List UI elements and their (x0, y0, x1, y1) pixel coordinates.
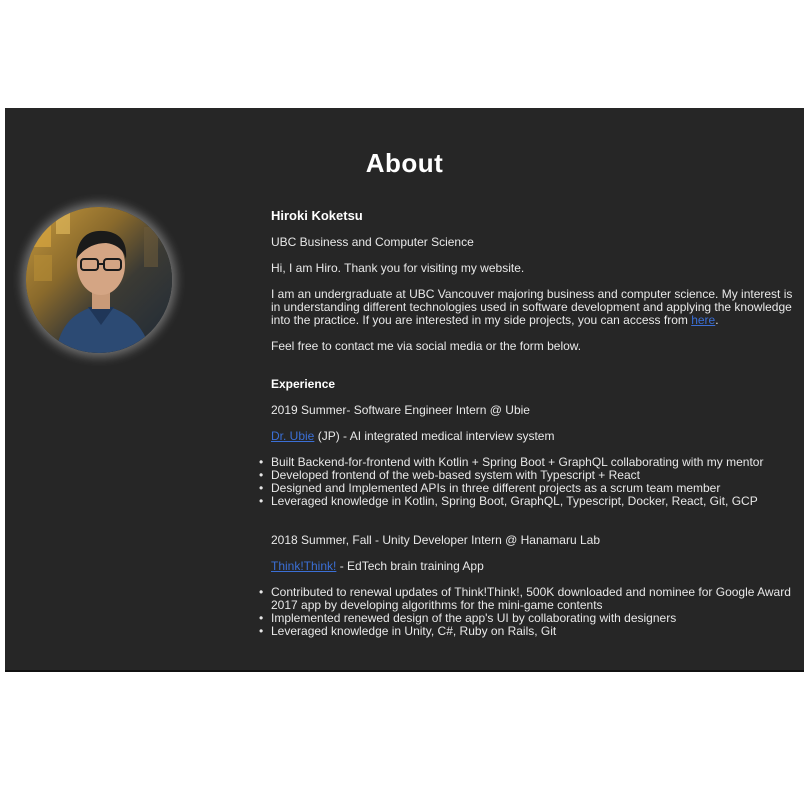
bullet-text: Developed frontend of the web-based syst… (271, 468, 640, 482)
projects-link[interactable]: here (691, 313, 715, 327)
profile-photo (26, 207, 172, 353)
bullet-icon: • (259, 585, 264, 599)
profile-greeting: Hi, I am Hiro. Thank you for visiting my… (271, 261, 525, 275)
job-product: Think!Think! - EdTech brain training App (271, 560, 796, 573)
job-title: 2019 Summer- Software Engineer Intern @ … (271, 403, 530, 417)
bullet-text: Implemented renewed design of the app's … (271, 611, 677, 625)
list-item: • Leveraged knowledge in Kotlin, Spring B… (259, 494, 796, 508)
list-item: • Leveraged knowledge in Unity, C#, Ruby … (259, 624, 796, 638)
profile-name: Hiroki Koketsu (271, 208, 363, 223)
bullet-text: Designed and Implemented APIs in three d… (271, 481, 721, 495)
think-think-link[interactable]: Think!Think! (271, 559, 336, 573)
intro-end: . (715, 313, 719, 327)
experience-item-ubie: 2019 Summer- Software Engineer Intern @ … (259, 403, 796, 508)
product-desc: (JP) - AI integrated medical interview s… (314, 429, 555, 443)
experience-item-hanamaru: 2018 Summer, Fall - Unity Developer Inte… (259, 533, 796, 638)
job-bullets: • Built Backend-for-frontend with Kotlin … (259, 455, 796, 508)
job-title: 2018 Summer, Fall - Unity Developer Inte… (271, 533, 600, 547)
profile-intro: I am an undergraduate at UBC Vancouver m… (271, 288, 796, 327)
bullet-icon: • (259, 494, 264, 508)
bullet-text: Built Backend-for-frontend with Kotlin +… (271, 455, 764, 469)
bullet-text: Leveraged knowledge in Kotlin, Spring Bo… (271, 494, 758, 508)
list-item: • Contributed to renewal updates of Think… (259, 585, 796, 612)
experience-heading: Experience (271, 377, 336, 391)
product-desc: - EdTech brain training App (336, 559, 484, 573)
dr-ubie-link[interactable]: Dr. Ubie (271, 429, 314, 443)
bullet-icon: • (259, 624, 264, 638)
job-bullets: • Contributed to renewal updates of Think… (259, 585, 796, 638)
bullet-text: Leveraged knowledge in Unity, C#, Ruby o… (271, 624, 557, 638)
avatar (26, 207, 172, 353)
profile-contact: Feel free to contact me via social media… (271, 339, 582, 353)
job-product: Dr. Ubie (JP) - AI integrated medical in… (271, 430, 796, 443)
about-section: About Hiroki Koketsu UBC Business and Co… (5, 108, 804, 672)
profile-program: UBC Business and Computer Science (271, 235, 474, 249)
page-title: About (365, 148, 444, 178)
bullet-text: Contributed to renewal updates of Think!… (271, 585, 791, 612)
about-content: Hiroki Koketsu UBC Business and Computer… (259, 204, 796, 638)
